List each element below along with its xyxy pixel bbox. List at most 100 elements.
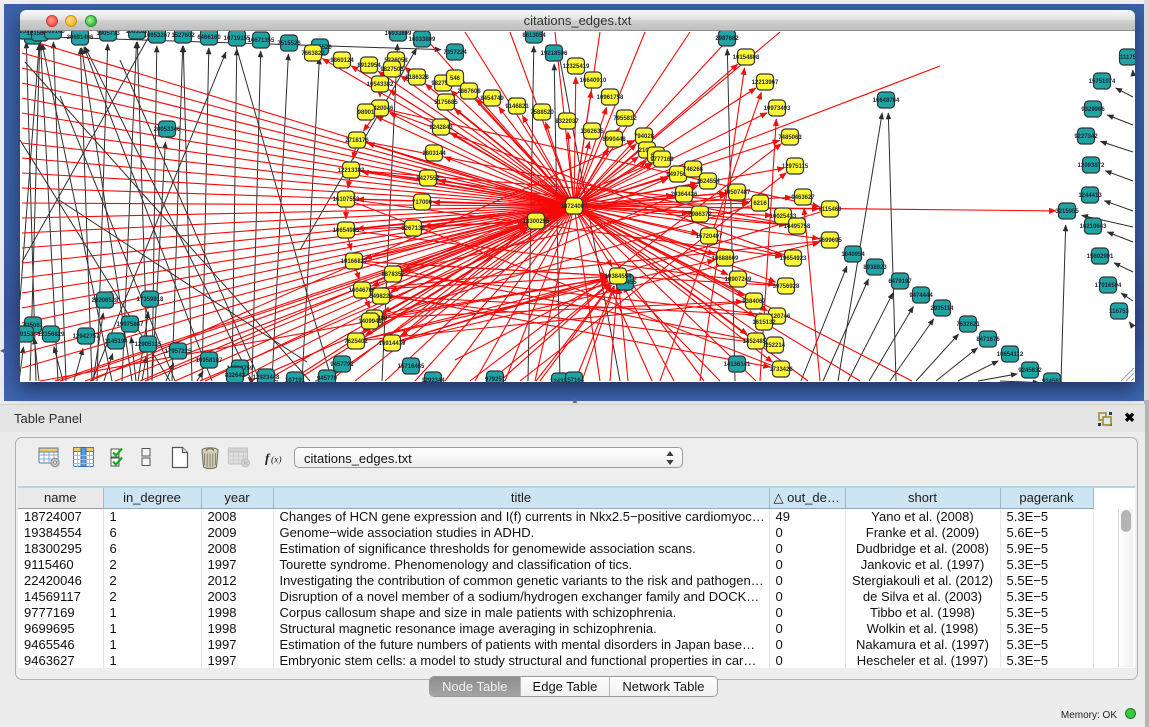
svg-text:5498222: 5498222 xyxy=(369,294,393,300)
svg-text:8938923: 8938923 xyxy=(863,265,887,271)
svg-text:1615132: 1615132 xyxy=(752,320,776,326)
svg-text:832642: 832642 xyxy=(225,373,246,379)
svg-text:8878352: 8878352 xyxy=(381,272,405,278)
svg-text:924563: 924563 xyxy=(1042,379,1063,382)
svg-text:8454749: 8454749 xyxy=(480,96,504,102)
svg-text:16914479: 16914479 xyxy=(379,341,406,347)
svg-text:11175: 11175 xyxy=(1120,55,1135,61)
svg-text:717006: 717006 xyxy=(412,200,433,206)
svg-text:10688609: 10688609 xyxy=(712,256,739,262)
svg-text:9860124: 9860124 xyxy=(330,58,354,64)
svg-text:2069140: 2069140 xyxy=(41,31,65,35)
svg-text:2987682: 2987682 xyxy=(715,36,739,42)
svg-text:1527602: 1527602 xyxy=(171,33,195,39)
svg-text:12093872: 12093872 xyxy=(1078,163,1105,169)
svg-text:7625402: 7625402 xyxy=(344,339,368,345)
svg-text:19166827: 19166827 xyxy=(341,259,368,265)
svg-text:8471676: 8471676 xyxy=(976,337,1000,343)
svg-text:8990448: 8990448 xyxy=(602,137,626,143)
svg-text:6479197: 6479197 xyxy=(888,279,912,285)
svg-text:3267130: 3267130 xyxy=(401,226,425,232)
svg-text:10543382: 10543382 xyxy=(367,82,394,88)
svg-text:15692901: 15692901 xyxy=(1087,254,1114,260)
svg-text:2718176: 2718176 xyxy=(345,138,369,144)
svg-text:9463627: 9463627 xyxy=(791,195,815,201)
svg-text:1624554: 1624554 xyxy=(696,179,720,185)
svg-text:6466160: 6466160 xyxy=(197,35,221,41)
svg-text:10958107: 10958107 xyxy=(196,358,223,364)
svg-text:7955812: 7955812 xyxy=(613,116,637,122)
svg-text:12923448: 12923448 xyxy=(253,375,280,381)
svg-text:1640954: 1640954 xyxy=(841,252,865,258)
svg-text:2935114: 2935114 xyxy=(930,306,954,312)
svg-text:9227342: 9227342 xyxy=(1074,134,1098,140)
svg-text:1145194: 1145194 xyxy=(104,339,128,345)
svg-text:1362635: 1362635 xyxy=(580,129,604,135)
svg-text:6216: 6216 xyxy=(753,201,767,207)
svg-text:39756928: 39756928 xyxy=(773,284,800,290)
svg-text:12156829: 12156829 xyxy=(38,332,65,338)
svg-text:12213383: 12213383 xyxy=(338,168,365,174)
svg-text:252214: 252214 xyxy=(765,343,786,349)
svg-text:7986372: 7986372 xyxy=(688,212,712,218)
svg-text:(x): (x) xyxy=(271,455,282,466)
svg-text:15751074: 15751074 xyxy=(1089,79,1116,85)
svg-text:1244413: 1244413 xyxy=(1078,193,1102,199)
svg-text:9777169: 9777169 xyxy=(650,157,674,163)
svg-text:10973493: 10973493 xyxy=(764,106,791,112)
svg-text:5175685: 5175685 xyxy=(434,100,458,106)
svg-text:945779: 945779 xyxy=(317,376,338,382)
svg-text:9384067: 9384067 xyxy=(742,299,766,305)
svg-text:9329966: 9329966 xyxy=(1081,107,1105,113)
svg-text:7663822: 7663822 xyxy=(301,51,325,57)
svg-text:10853267: 10853267 xyxy=(144,33,171,39)
svg-text:15720407: 15720407 xyxy=(696,234,723,240)
svg-text:15716485: 15716485 xyxy=(398,364,425,370)
svg-text:157164: 157164 xyxy=(564,378,585,382)
svg-text:16107553: 16107553 xyxy=(333,197,360,203)
svg-text:18300295: 18300295 xyxy=(523,219,550,225)
svg-text:7485063: 7485063 xyxy=(778,135,802,141)
svg-text:9115460: 9115460 xyxy=(818,207,842,213)
svg-text:12905135: 12905135 xyxy=(135,342,162,348)
svg-text:107191: 107191 xyxy=(285,378,306,382)
svg-text:10654112: 10654112 xyxy=(997,352,1024,358)
svg-text:39153: 39153 xyxy=(20,332,34,338)
svg-text:1292344: 1292344 xyxy=(421,378,445,382)
svg-text:8813054: 8813054 xyxy=(522,33,546,39)
svg-text:14495758: 14495758 xyxy=(784,224,811,230)
svg-text:9146821: 9146821 xyxy=(505,104,529,110)
svg-text:1409948: 1409948 xyxy=(358,319,382,325)
svg-text:8186328: 8186328 xyxy=(405,75,429,81)
svg-text:12942757: 12942757 xyxy=(73,334,100,340)
svg-text:10154808: 10154808 xyxy=(733,55,760,61)
svg-text:16033809: 16033809 xyxy=(409,37,436,43)
svg-text:18907249: 18907249 xyxy=(725,277,752,283)
svg-text:8427552: 8427552 xyxy=(416,176,440,182)
svg-text:1905733: 1905733 xyxy=(96,31,120,37)
svg-text:19654923: 19654923 xyxy=(780,256,807,262)
svg-text:3215955: 3215955 xyxy=(1055,209,1079,215)
svg-text:10654985: 10654985 xyxy=(333,228,360,234)
svg-text:19218506: 19218506 xyxy=(541,51,568,57)
svg-text:7632621: 7632621 xyxy=(956,322,980,328)
svg-text:16671355: 16671355 xyxy=(248,38,275,44)
svg-text:9699695: 9699695 xyxy=(818,238,842,244)
svg-text:10961758: 10961758 xyxy=(597,95,624,101)
svg-text:1733426: 1733426 xyxy=(769,367,793,373)
svg-text:9457791: 9457791 xyxy=(330,362,354,368)
svg-text:9474444: 9474444 xyxy=(909,293,933,299)
svg-text:17359918: 17359918 xyxy=(137,297,164,303)
svg-text:2803144: 2803144 xyxy=(422,151,446,157)
svg-text:20691406: 20691406 xyxy=(67,35,94,41)
svg-text:14136141: 14136141 xyxy=(724,362,751,368)
svg-text:979251: 979251 xyxy=(485,377,506,382)
svg-text:9827503: 9827503 xyxy=(380,67,404,73)
svg-text:116753: 116753 xyxy=(1109,309,1129,315)
svg-text:8322037: 8322037 xyxy=(555,119,579,125)
svg-text:19975867: 19975867 xyxy=(117,322,144,328)
svg-text:12325419: 12325419 xyxy=(563,64,590,70)
svg-text:18724007: 18724007 xyxy=(561,204,588,210)
svg-text:12213967: 12213967 xyxy=(752,80,779,86)
svg-text:9242843: 9242843 xyxy=(429,125,453,131)
